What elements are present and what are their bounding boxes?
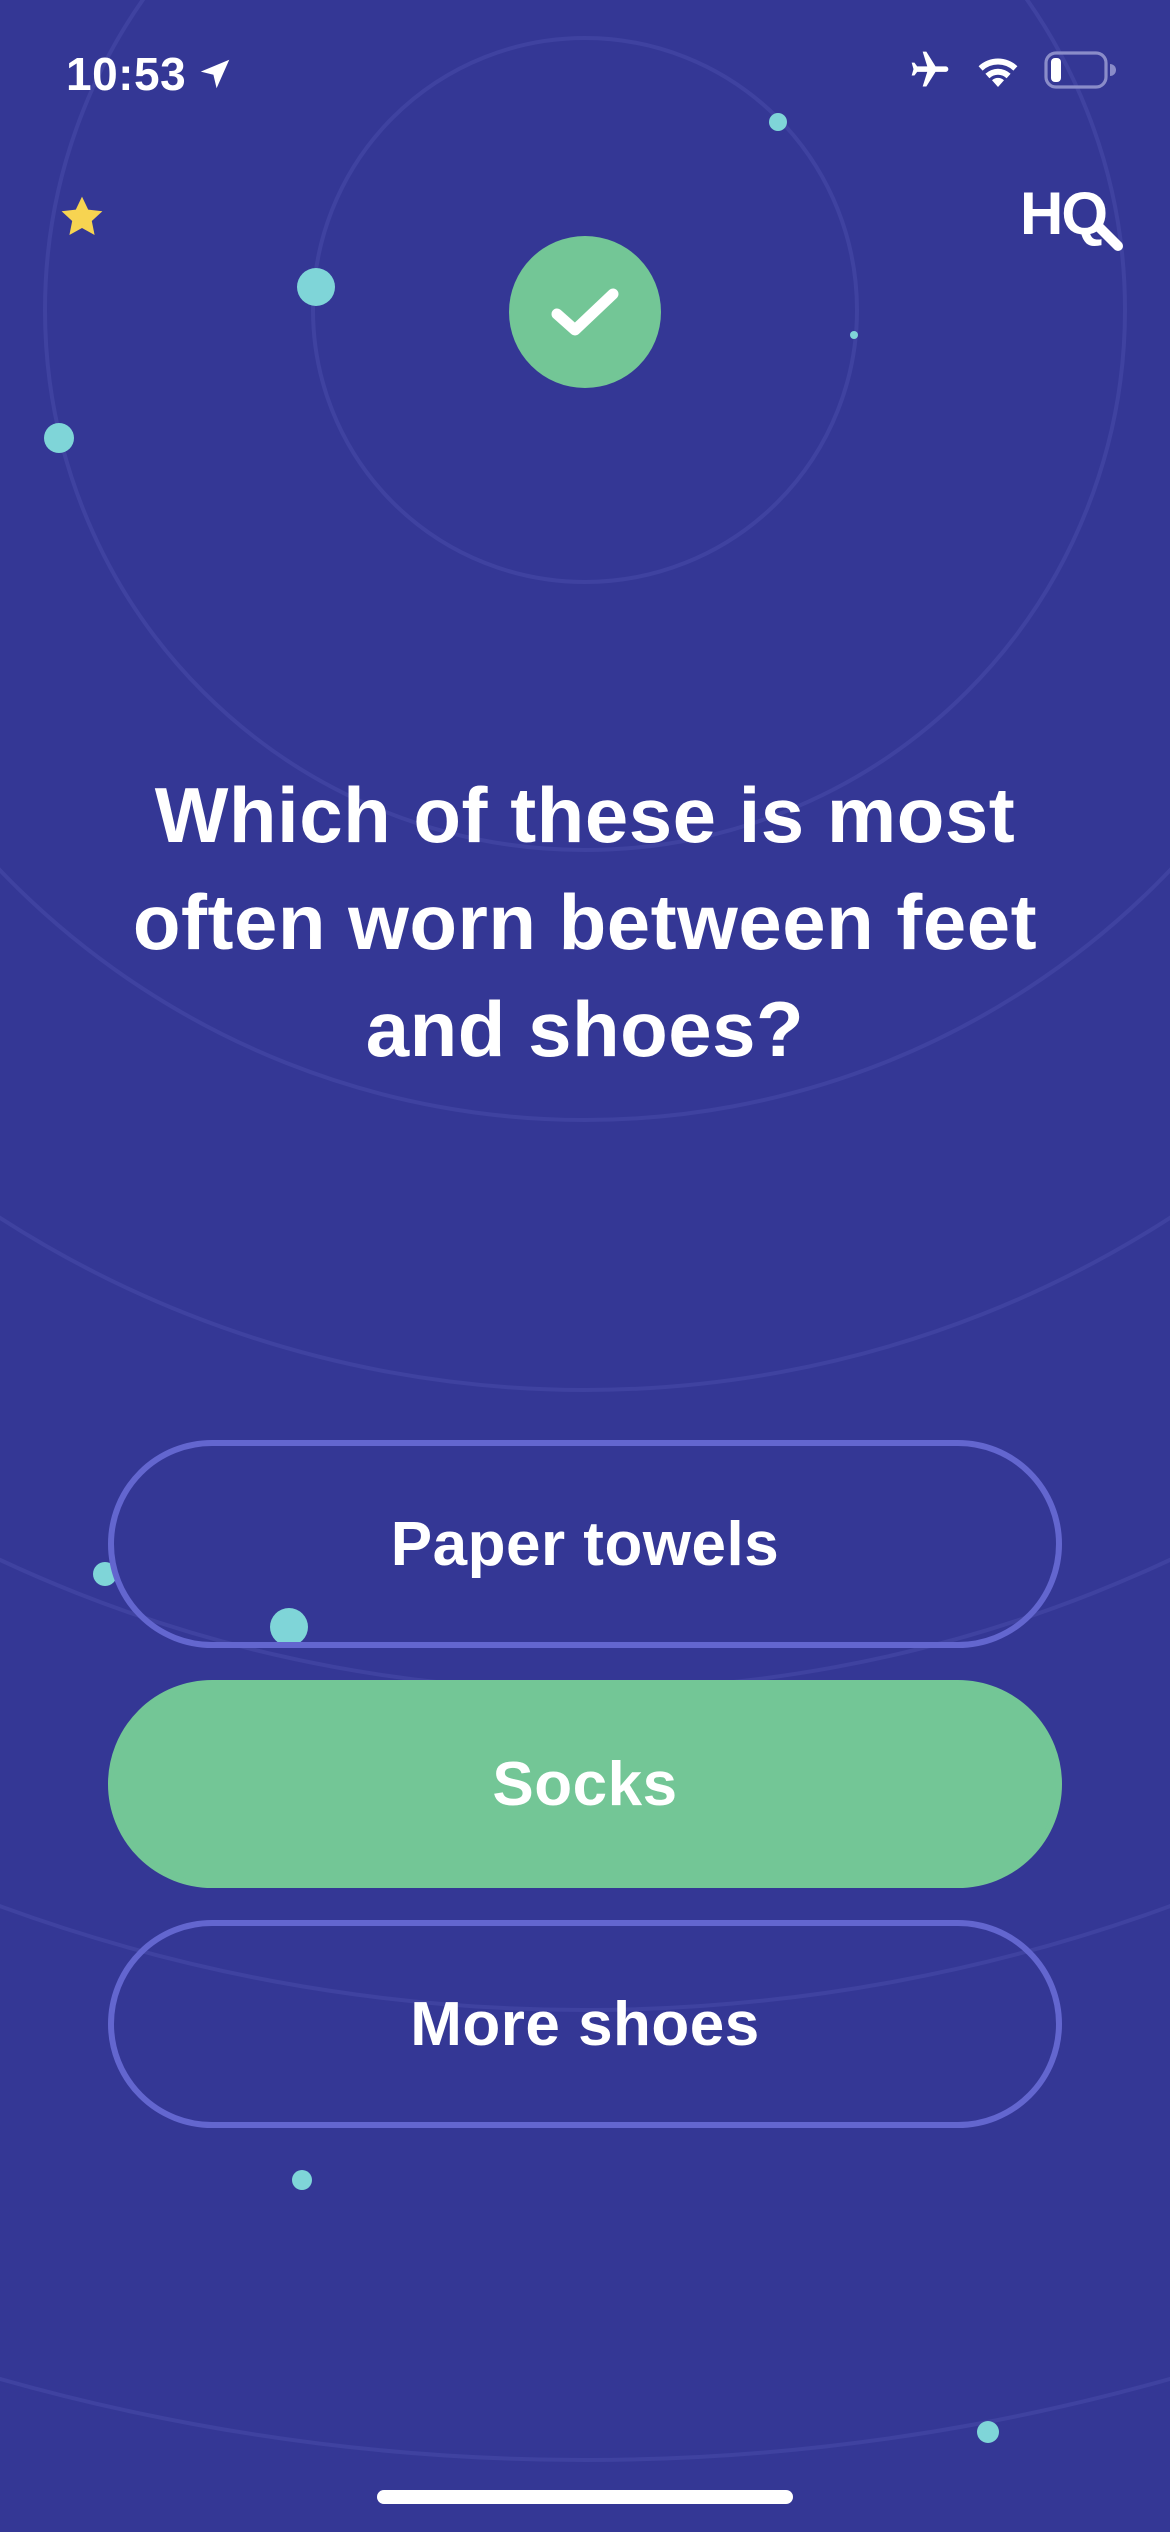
star-icon[interactable] — [58, 193, 106, 241]
answer-option-more-shoes[interactable]: More shoes — [108, 1920, 1062, 2128]
status-icons — [908, 48, 1116, 92]
answer-option-socks[interactable]: Socks — [108, 1680, 1062, 1888]
answer-label: Socks — [492, 1749, 678, 1819]
status-time-group: 10:53 — [66, 46, 234, 102]
hq-logo-text: HQ — [1020, 180, 1106, 247]
airplane-icon — [911, 51, 949, 87]
status-time: 10:53 — [66, 48, 187, 100]
answer-label: More shoes — [410, 1989, 760, 2059]
status-bar: 10:53 — [0, 0, 1170, 150]
answer-label: Paper towels — [390, 1509, 780, 1579]
checkmark-icon — [551, 288, 619, 336]
answer-option-paper-towels[interactable]: Paper towels — [108, 1440, 1062, 1648]
battery-low-icon — [1044, 51, 1116, 89]
correct-result-badge — [509, 236, 661, 388]
trivia-screen: 10:53 HQ Which of these is most often wo… — [0, 0, 1170, 2532]
location-arrow-icon — [200, 59, 230, 89]
home-indicator[interactable] — [377, 2490, 793, 2504]
hq-logo: HQ — [1020, 180, 1123, 251]
question-text: Which of these is most often worn betwee… — [132, 771, 1038, 1073]
wifi-icon — [978, 58, 1018, 87]
